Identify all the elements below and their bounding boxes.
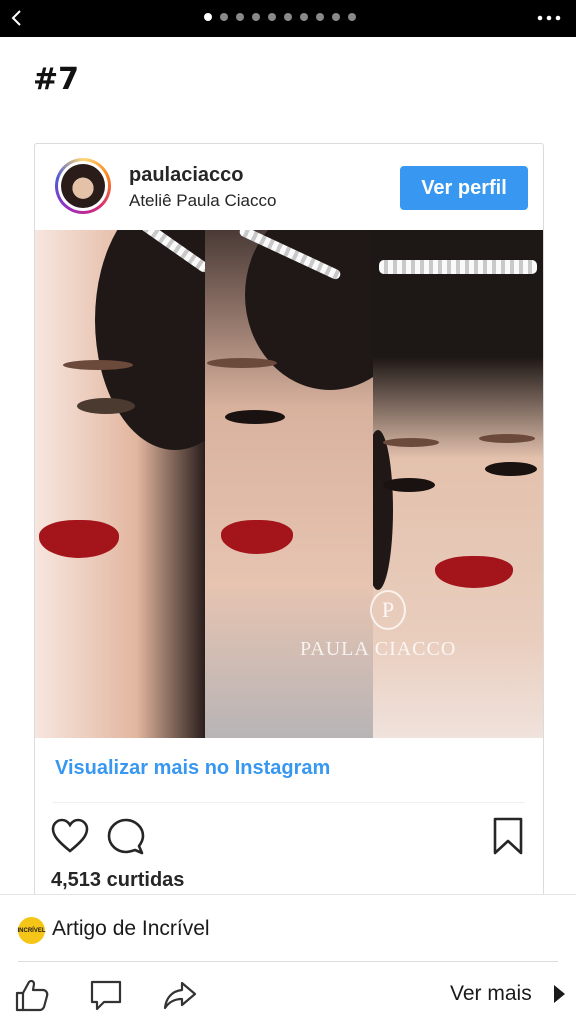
divider xyxy=(53,802,525,803)
bookmark-icon[interactable] xyxy=(492,816,524,856)
divider xyxy=(18,961,558,962)
photo-panel-right xyxy=(373,230,543,738)
heart-icon[interactable] xyxy=(51,818,89,854)
slide-dot xyxy=(236,13,244,21)
view-profile-button[interactable]: Ver perfil xyxy=(400,166,528,210)
comment-icon[interactable] xyxy=(107,818,145,856)
watermark-logo: P xyxy=(370,590,406,630)
slide-dot xyxy=(332,13,340,21)
source-logo-icon[interactable]: INCRÍVEL xyxy=(18,917,46,944)
comment-bubble-icon[interactable] xyxy=(88,977,124,1013)
photo-panel-middle xyxy=(205,230,373,738)
top-bar xyxy=(0,0,576,37)
slide-dot xyxy=(204,13,212,21)
see-more-button[interactable]: Ver mais xyxy=(450,982,532,1006)
slide-indicator xyxy=(204,13,356,25)
source-bar: INCRÍVEL Artigo de Incrível Ver mais xyxy=(0,894,576,1024)
username[interactable]: paulaciacco xyxy=(129,164,244,187)
play-arrow-icon[interactable] xyxy=(552,983,566,1005)
post-image[interactable]: P PAULA CIACCO xyxy=(35,230,543,738)
view-more-on-instagram-link[interactable]: Visualizar mais no Instagram xyxy=(55,757,330,780)
slide-dot xyxy=(252,13,260,21)
slide-dot xyxy=(284,13,292,21)
article-heading: #7 xyxy=(33,62,80,97)
more-options-icon[interactable] xyxy=(534,8,564,28)
likes-count[interactable]: 4,513 curtidas xyxy=(51,869,184,892)
slide-dot xyxy=(220,13,228,21)
avatar[interactable] xyxy=(55,158,111,214)
display-name: Ateliê Paula Ciacco xyxy=(129,191,277,210)
back-arrow-icon[interactable] xyxy=(6,4,26,32)
photo-panel-left xyxy=(35,230,205,738)
thumbs-up-icon[interactable] xyxy=(14,977,50,1013)
slide-dot xyxy=(300,13,308,21)
watermark-text: PAULA CIACCO xyxy=(300,638,457,660)
slide-dot xyxy=(268,13,276,21)
slide-dot xyxy=(348,13,356,21)
instagram-embed: paulaciacco Ateliê Paula Ciacco Ver perf… xyxy=(34,143,544,903)
avatar-photo xyxy=(61,164,105,208)
slide-dot xyxy=(316,13,324,21)
source-name[interactable]: Artigo de Incrível xyxy=(52,917,210,941)
share-arrow-icon[interactable] xyxy=(162,977,198,1013)
